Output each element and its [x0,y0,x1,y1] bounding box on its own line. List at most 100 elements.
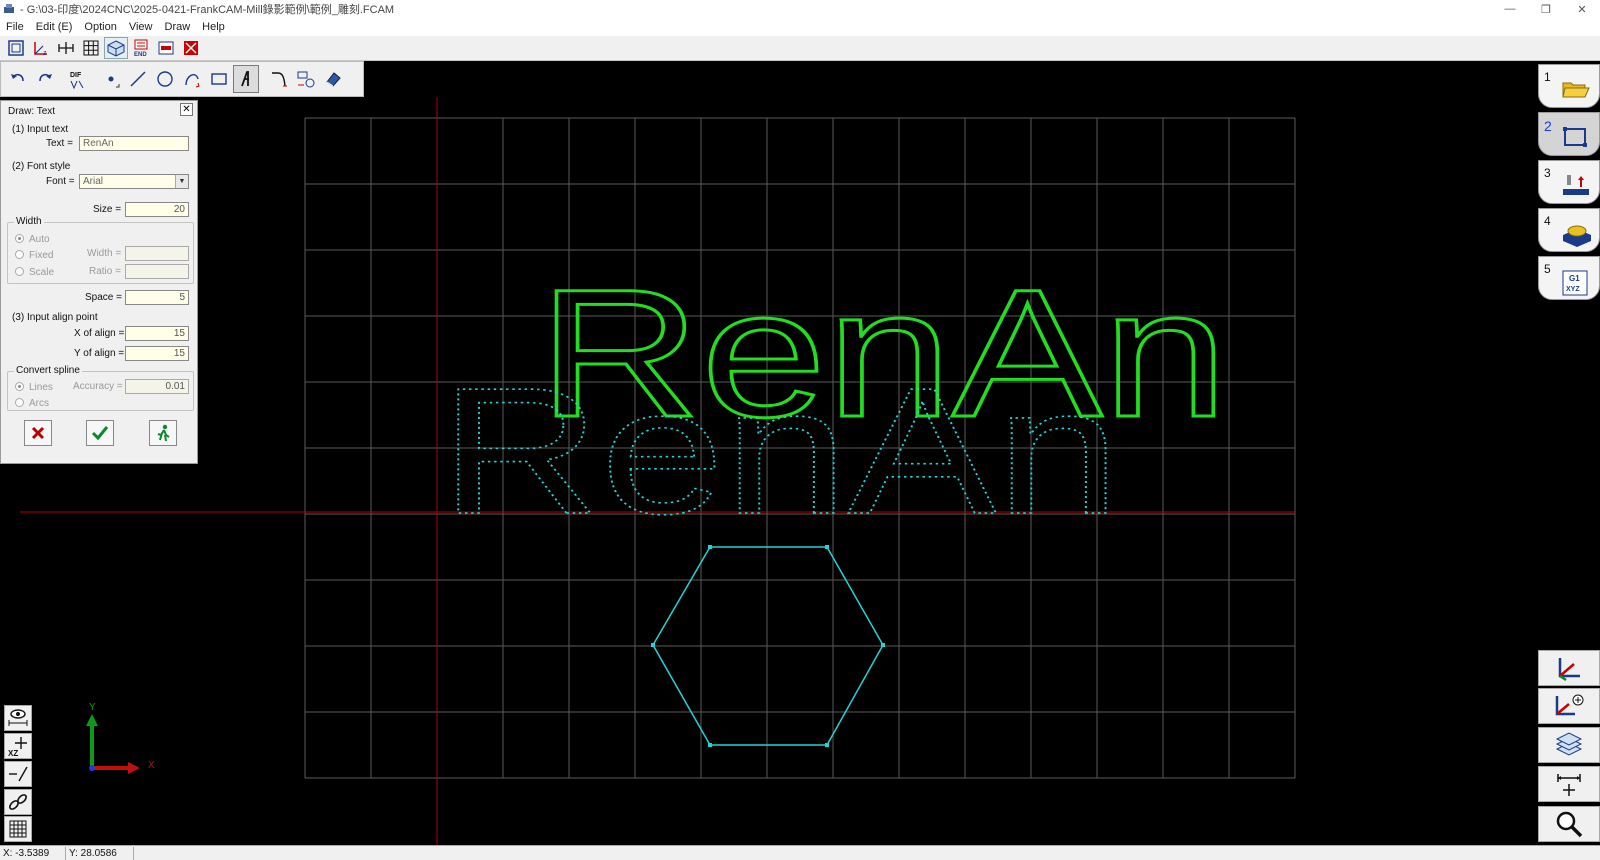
draw-rectangle-icon [1563,127,1587,147]
xz-plane-button[interactable]: XZ [4,733,32,759]
side-tab-4-number: 4 [1544,214,1551,228]
run-button[interactable] [149,420,177,446]
menu-file[interactable]: File [0,21,30,33]
font-select-value: Arial [83,176,104,187]
svg-text:XYZ: XYZ [1566,286,1580,293]
space-label: Space = [85,292,122,303]
draw-text-button[interactable] [233,65,259,93]
end-button[interactable]: END [129,37,153,59]
spline-lines-label: Lines [29,382,53,393]
3d-view-button[interactable] [104,37,128,59]
undo-button[interactable] [5,65,31,93]
axis-z-icon: z [34,42,47,57]
cancel-button[interactable] [24,420,52,446]
ratio-label: Ratio = [89,266,121,277]
svg-text:z: z [43,50,47,57]
section-button[interactable] [154,37,178,59]
axis-view-button[interactable] [1538,650,1600,686]
y-align-label: Y of align = [74,348,125,359]
size-input[interactable]: 20 [125,202,189,217]
space-input[interactable]: 5 [125,290,189,305]
tool-path-icon [1563,175,1589,195]
zoom-button[interactable] [1538,806,1600,842]
status-y-coordinate: Y: 28.0586 [66,846,134,860]
measure-icon [1557,774,1581,796]
menu-draw[interactable]: Draw [159,21,197,33]
dif-button[interactable]: DIF [65,65,91,93]
spline-arcs-radio[interactable] [15,398,24,407]
offset-button[interactable] [293,65,319,93]
x-align-input[interactable]: 15 [125,326,189,341]
maximize-button[interactable]: ❐ [1528,0,1564,18]
menu-edit[interactable]: Edit (E) [30,21,79,33]
rotate-axis-button[interactable] [1538,688,1600,724]
menu-view[interactable]: View [123,21,159,33]
draw-point-button[interactable] [98,65,124,93]
menu-option[interactable]: Option [78,21,122,33]
measure-button[interactable] [1538,766,1600,802]
text-input[interactable]: RenAn [79,136,189,151]
grid-button[interactable] [79,37,103,59]
font-select[interactable]: Arial ▼ [79,174,189,189]
title-bar: - G:\03-印度\2024CNC\2025-0421-FrankCAM-Mi… [0,0,1600,18]
redo-button[interactable] [32,65,58,93]
width-scale-radio[interactable] [15,267,24,276]
check-icon [91,426,109,441]
dimension-icon [58,42,74,54]
grid-icon [83,40,99,56]
fillet-button[interactable] [266,65,292,93]
draw-text-dialog: Draw: Text ✕ (1) Input text Text = RenAn… [0,100,198,464]
ok-button[interactable] [86,420,114,446]
menu-bar: File Edit (E) Option View Draw Help [0,18,1600,36]
geometry-text[interactable]: RenAn [439,350,1121,553]
section-icon [158,41,174,55]
grid-toggle-button[interactable] [4,816,32,842]
axis-z-button[interactable]: z [29,37,53,59]
grid-icon [9,820,27,838]
ratio-input[interactable] [125,264,189,279]
y-align-input[interactable]: 15 [125,346,189,361]
close-window-button[interactable]: ✕ [1564,0,1600,18]
side-tab-1[interactable]: 1 [1538,64,1600,108]
draw-circle-button[interactable] [152,65,178,93]
drawing-canvas[interactable]: RenAn RenAn Y X [0,97,1538,845]
minimize-button[interactable]: — [1492,0,1528,18]
line-angle-icon [9,766,28,782]
fit-window-button[interactable] [179,37,203,59]
layers-icon [1555,732,1583,756]
spline-lines-radio[interactable] [15,382,24,391]
dialog-close-button[interactable]: ✕ [180,103,193,116]
draw-rectangle-button[interactable] [206,65,232,93]
width-fixed-radio[interactable] [15,250,24,259]
view-eye-button[interactable] [4,705,32,731]
layers-button[interactable] [1538,727,1600,763]
width-auto-radio[interactable] [15,234,24,243]
line-angle-button[interactable] [4,761,32,787]
link-button[interactable] [4,789,32,815]
draw-arc-button[interactable] [179,65,205,93]
size-label: Size = [93,204,122,215]
spline-arcs-label: Arcs [29,398,49,409]
status-x-coordinate: X: -3.5389 [0,846,66,860]
window-title: - G:\03-印度\2024CNC\2025-0421-FrankCAM-Mi… [20,4,395,16]
status-bar: X: -3.5389 Y: 28.0586 [0,845,1600,860]
eraser-button[interactable] [320,65,346,93]
width-input[interactable] [125,246,189,261]
axis-x-label: X [148,760,155,771]
side-tab-3[interactable]: 3 [1538,160,1600,204]
dimension-button[interactable] [54,37,78,59]
line-icon [130,71,146,87]
width-fixed-label: Fixed [29,250,54,261]
side-tab-5[interactable]: 5 G1 XYZ [1538,256,1600,300]
menu-help[interactable]: Help [196,21,231,33]
draw-line-button[interactable] [125,65,151,93]
xz-plane-icon: XZ [8,737,27,757]
axis-y-label: Y [89,702,96,713]
zoom-all-button[interactable] [4,37,28,59]
accuracy-input[interactable]: 0.01 [125,379,189,394]
width-auto-label: Auto [29,234,50,245]
side-tab-4[interactable]: 4 [1538,208,1600,252]
svg-text:G1: G1 [1569,274,1580,283]
side-tab-2[interactable]: 2 [1538,112,1600,156]
chevron-down-icon[interactable]: ▼ [175,175,188,188]
